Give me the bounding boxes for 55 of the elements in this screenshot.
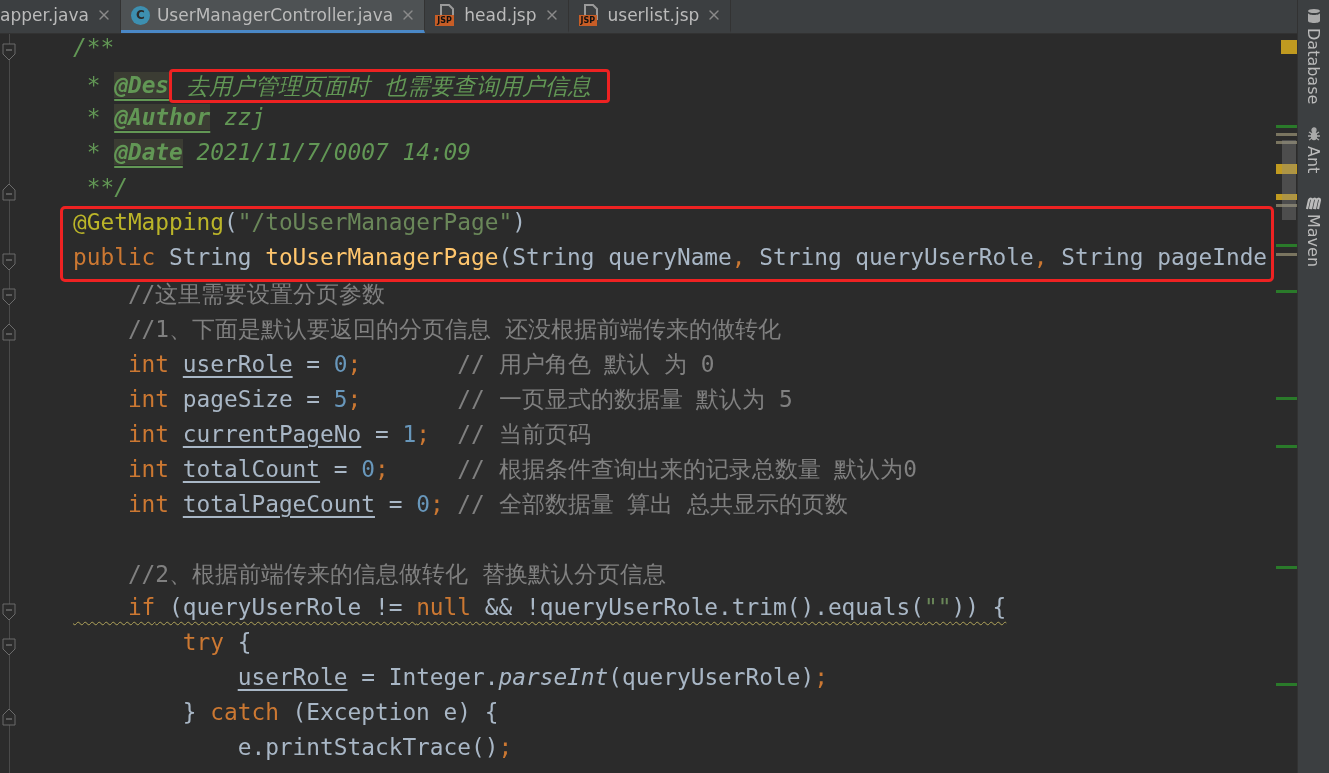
stripe-marker[interactable] [1276,397,1297,400]
code-line: public String toUserManagerPage(String queryName, String queryUserRole, String pageInde [72,244,1268,272]
stripe-marker[interactable] [1276,133,1297,136]
code-line: * @Author zzj [85,104,266,132]
stripe-marker[interactable] [1281,40,1297,54]
stripe-marker[interactable] [1276,204,1297,207]
code-line: } catch (Exception e) { [181,699,499,727]
stripe-marker[interactable] [1276,253,1297,256]
tab-label: head.jsp [464,5,537,25]
fold-icon[interactable] [2,42,16,61]
code-line: /** [72,34,115,62]
fold-icon[interactable] [2,707,16,726]
editor-tab[interactable]: C UserManagerController.java [120,0,426,33]
code-line: //2、根据前端传来的信息做转化 替换默认分页信息 [126,560,666,589]
code-line: try { [181,629,252,657]
stripe-marker[interactable] [1276,141,1297,144]
code-line: **/ [85,174,128,202]
stripe-marker[interactable] [1276,194,1297,200]
tab-label: UserManagerController.java [156,5,394,25]
editor-tab[interactable]: apper.java [0,0,121,33]
code-line: * @Date 2021/11/7/0007 14:09 [85,139,472,167]
fold-icon[interactable] [2,602,16,621]
code-line: int totalCount = 0; // 根据条件查询出来的记录总数量 默认为0 [126,455,917,484]
stripe-marker[interactable] [1276,683,1297,686]
tab-label: userlist.jsp [607,5,700,25]
code-line: e.printStackTrace(); [236,734,513,762]
class-icon: C [130,5,150,25]
fold-icon[interactable] [2,322,16,341]
code-line: int userRole = 0; // 用户角色 默认 为 0 [126,350,715,379]
database-icon [1305,8,1322,24]
code-line: //1、下面是默认要返回的分页信息 还没根据前端传来的做转化 [126,315,781,344]
stripe-marker[interactable] [1276,244,1297,247]
tool-window-button[interactable]: Ant [1304,126,1323,174]
fold-icon[interactable] [2,182,16,201]
tool-window-button[interactable]: Maven [1304,195,1323,267]
stripe-marker[interactable] [1276,566,1297,569]
stripe-marker[interactable] [1276,125,1297,128]
tool-window-button[interactable]: Database [1304,8,1323,105]
fold-icon[interactable] [2,287,16,306]
maven-icon [1304,195,1323,210]
scrollbar-thumb[interactable] [1282,140,1296,220]
code-line: int totalPageCount = 0; // 全部数据量 算出 总共显示的页数 [126,490,848,519]
code-line: int currentPageNo = 1; // 当前页码 [126,420,591,449]
stripe-marker[interactable] [1276,164,1297,174]
code-line: //这里需要设置分页参数 [126,280,386,309]
fold-icon[interactable] [2,637,16,656]
code-line: @GetMapping("/toUserManagerPage") [72,209,526,237]
stripe-marker[interactable] [1276,290,1297,293]
fold-icon[interactable] [2,252,16,271]
ant-icon [1305,126,1322,143]
tab-label: apper.java [0,5,89,25]
code-line: userRole = Integer.parseInt(queryUserRole); [236,664,828,692]
code-line: int pageSize = 5; // 一页显式的数据量 默认为 5 [126,385,793,414]
stripe-marker[interactable] [1276,445,1297,448]
code-line: if (queryUserRole != null && !queryUserRole.trim().equals("")) { [126,594,1007,622]
